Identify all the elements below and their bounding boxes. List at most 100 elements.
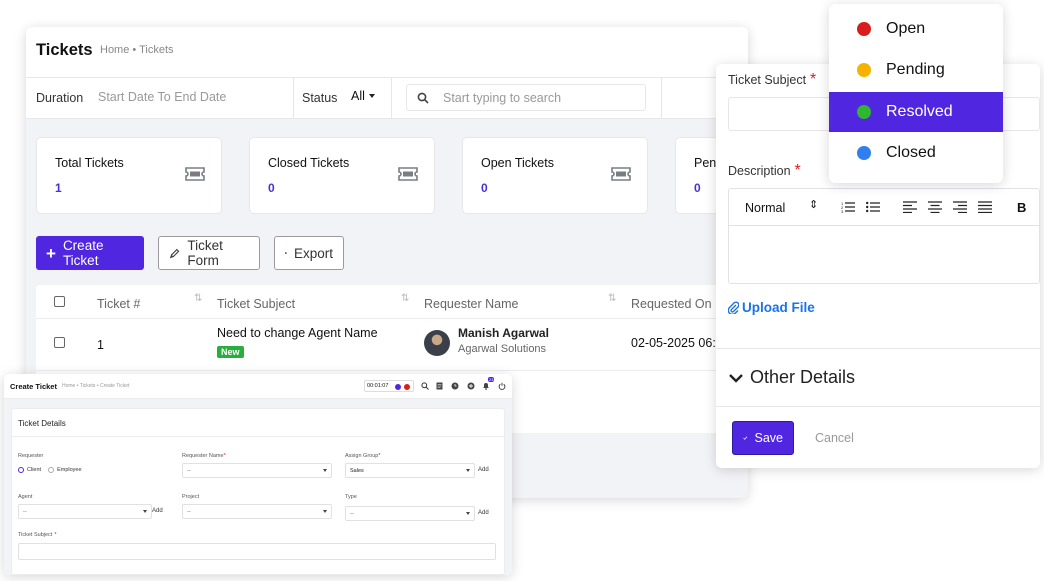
table-row[interactable]: 1 Need to change Agent Name New Manish A…	[36, 319, 748, 371]
status-dot-icon	[857, 105, 871, 119]
align-right-icon[interactable]	[953, 201, 967, 213]
column-header-ticket-number[interactable]: Ticket #	[97, 297, 140, 311]
stat-card-value: 0	[694, 181, 701, 195]
column-header-requested-on[interactable]: Requested On	[631, 297, 712, 311]
export-label: Export	[293, 245, 333, 261]
type-label: Type	[345, 494, 357, 500]
duration-input[interactable]: Start Date To End Date	[98, 90, 226, 104]
breadcrumb: Home • Tickets	[100, 44, 174, 56]
create-ticket-header: Create Ticket Home • Tickets • Create Ti…	[4, 374, 512, 399]
stat-card-total: Total Tickets 1	[36, 137, 222, 214]
ticket-subject-label: Ticket Subject *	[18, 532, 57, 538]
ticket-details-card: Ticket Details Requester Client Employee…	[11, 408, 506, 575]
timer-value: 00:01:07	[367, 383, 389, 389]
sort-icon[interactable]: ⇅	[401, 293, 409, 304]
upload-file-link[interactable]: Upload File	[728, 300, 815, 315]
add-group-button[interactable]: Add	[478, 467, 489, 473]
requester-company: Agarwal Solutions	[458, 343, 547, 355]
align-center-icon[interactable]	[928, 201, 942, 213]
description-label: Description *	[728, 162, 801, 179]
timer: 00:01:07	[364, 380, 414, 392]
other-details-toggle[interactable]: Other Details	[728, 367, 855, 388]
sort-icon[interactable]: ⇅	[608, 293, 616, 304]
requester-name: Manish Agarwal	[458, 326, 549, 340]
status-dropdown: Open Pending Resolved Closed	[829, 4, 1003, 183]
column-header-requester[interactable]: Requester Name	[424, 297, 519, 311]
notification-badge: 23	[488, 377, 495, 382]
status-badge: New	[217, 346, 244, 358]
requested-on: 02-05-2025 06:4	[631, 336, 723, 350]
align-justify-icon[interactable]	[978, 201, 992, 213]
create-ticket-button[interactable]: + Create Ticket	[36, 236, 144, 270]
assign-group-label: Assign Group*	[345, 453, 381, 459]
status-dot-icon	[857, 146, 871, 160]
ticket-subject-input[interactable]	[18, 543, 496, 560]
sort-icon[interactable]: ⇅	[194, 293, 202, 304]
status-select-value: All	[351, 89, 365, 103]
add-type-button[interactable]: Add	[478, 510, 489, 516]
status-option-closed[interactable]: Closed	[829, 133, 1003, 173]
status-option-open[interactable]: Open	[829, 9, 1003, 49]
stat-card-label: Total Tickets	[55, 156, 124, 170]
add-agent-button[interactable]: Add	[152, 508, 163, 514]
create-ticket-label: Create Ticket	[62, 238, 104, 268]
power-icon[interactable]	[498, 382, 506, 390]
export-button[interactable]: Export	[274, 236, 344, 270]
ticket-subject-label: Ticket Subject *	[728, 71, 817, 88]
radio-employee[interactable]	[48, 467, 55, 473]
svg-text:3: 3	[841, 209, 844, 213]
save-label: Save	[754, 431, 784, 445]
save-button[interactable]: Save	[732, 421, 794, 455]
ticket-icon	[611, 167, 631, 181]
search-input[interactable]: Start typing to search	[443, 91, 561, 105]
status-dot-icon	[857, 63, 871, 77]
ordered-list-icon[interactable]: 123	[841, 201, 855, 213]
agent-select[interactable]: --	[18, 504, 152, 519]
ticket-subject[interactable]: Need to change Agent Name	[217, 326, 378, 340]
status-option-resolved[interactable]: Resolved	[829, 92, 1003, 132]
stat-card-closed: Closed Tickets 0	[249, 137, 435, 214]
upload-file-label: Upload File	[742, 300, 815, 315]
plus-icon: +	[46, 243, 56, 263]
add-circle-icon[interactable]	[467, 382, 475, 390]
project-label: Project	[182, 494, 200, 500]
notes-icon[interactable]	[436, 382, 443, 390]
requester-name-label: Requester Name*	[182, 453, 226, 459]
radio-client[interactable]	[18, 467, 24, 473]
type-select[interactable]: --	[345, 506, 475, 521]
check-icon	[743, 436, 748, 440]
ticket-number: 1	[97, 338, 104, 352]
section-title: Ticket Details	[18, 419, 66, 428]
bullet-list-icon[interactable]	[866, 201, 880, 213]
select-all-checkbox[interactable]	[54, 296, 65, 307]
stat-card-value: 1	[55, 181, 62, 195]
pause-icon[interactable]	[395, 384, 401, 390]
status-option-pending[interactable]: Pending	[829, 50, 1003, 90]
page-header: Tickets Home • Tickets	[26, 27, 748, 77]
assign-group-select[interactable]: Sales	[345, 463, 475, 478]
stop-icon[interactable]	[404, 384, 410, 390]
align-left-icon[interactable]	[903, 201, 917, 213]
project-select[interactable]: --	[182, 504, 332, 519]
search-box[interactable]: Start typing to search	[406, 84, 646, 111]
agent-label: Agent	[18, 494, 33, 500]
ticket-form-button[interactable]: Ticket Form	[158, 236, 260, 270]
row-checkbox[interactable]	[54, 337, 65, 348]
column-header-subject[interactable]: Ticket Subject	[217, 297, 295, 311]
bold-button[interactable]: B	[1017, 200, 1026, 215]
avatar	[424, 330, 450, 356]
clock-icon[interactable]	[451, 382, 459, 390]
stat-card-value: 0	[268, 181, 275, 195]
requester-label: Requester	[18, 453, 44, 459]
requester-name-select[interactable]: --	[182, 463, 332, 478]
create-ticket-breadcrumb: Home • Tickets • Create Ticket	[62, 383, 130, 389]
description-editor[interactable]: Normal ⇕ 123 B	[728, 188, 1040, 284]
status-select[interactable]: All	[351, 89, 375, 103]
cancel-button[interactable]: Cancel	[815, 431, 854, 445]
search-icon[interactable]	[421, 382, 429, 390]
caret-down-icon	[368, 94, 375, 98]
editor-toolbar: Normal ⇕ 123 B	[729, 189, 1040, 226]
bell-icon[interactable]	[482, 382, 490, 390]
format-select[interactable]: Normal	[745, 201, 785, 215]
create-ticket-panel: Create Ticket Home • Tickets • Create Ti…	[4, 374, 512, 575]
